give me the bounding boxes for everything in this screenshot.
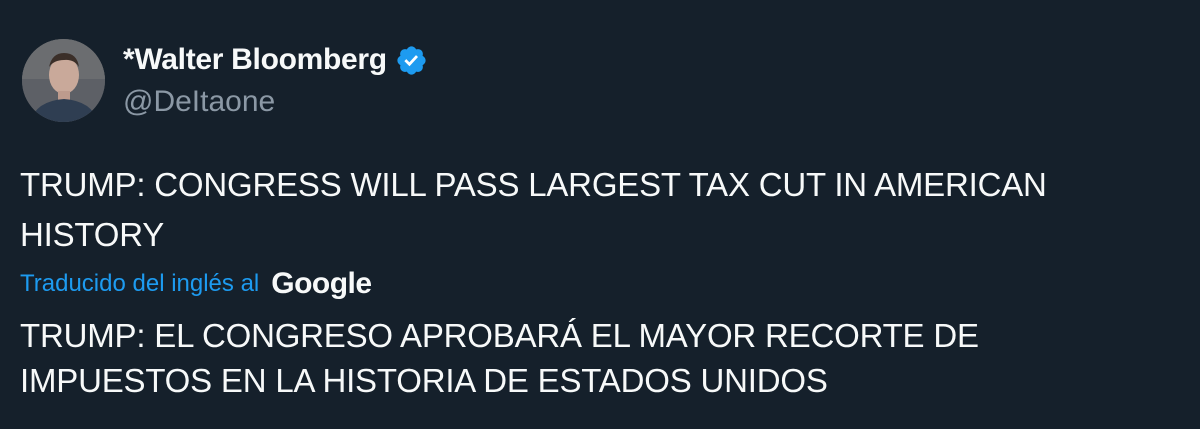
display-name[interactable]: *Walter Bloomberg [123,45,387,75]
tweet-card: *Walter Bloomberg @DeItaone TRUMP: CONGR… [0,0,1200,429]
author-block: *Walter Bloomberg @DeItaone [123,39,428,123]
name-row: *Walter Bloomberg [123,39,428,81]
profile-photo-icon [22,39,105,122]
translation-label[interactable]: Traducido del inglés al [20,272,259,296]
google-logo: Google [271,267,372,300]
verified-badge-icon[interactable] [395,44,428,77]
translation-attribution: Traducido del inglés al Google [20,264,372,304]
translated-text: TRUMP: EL CONGRESO APROBARÁ EL MAYOR REC… [20,317,979,399]
avatar[interactable] [22,39,105,122]
tweet-text: TRUMP: CONGRESS WILL PASS LARGEST TAX CU… [20,166,1047,253]
user-handle[interactable]: @DeItaone [123,83,428,121]
